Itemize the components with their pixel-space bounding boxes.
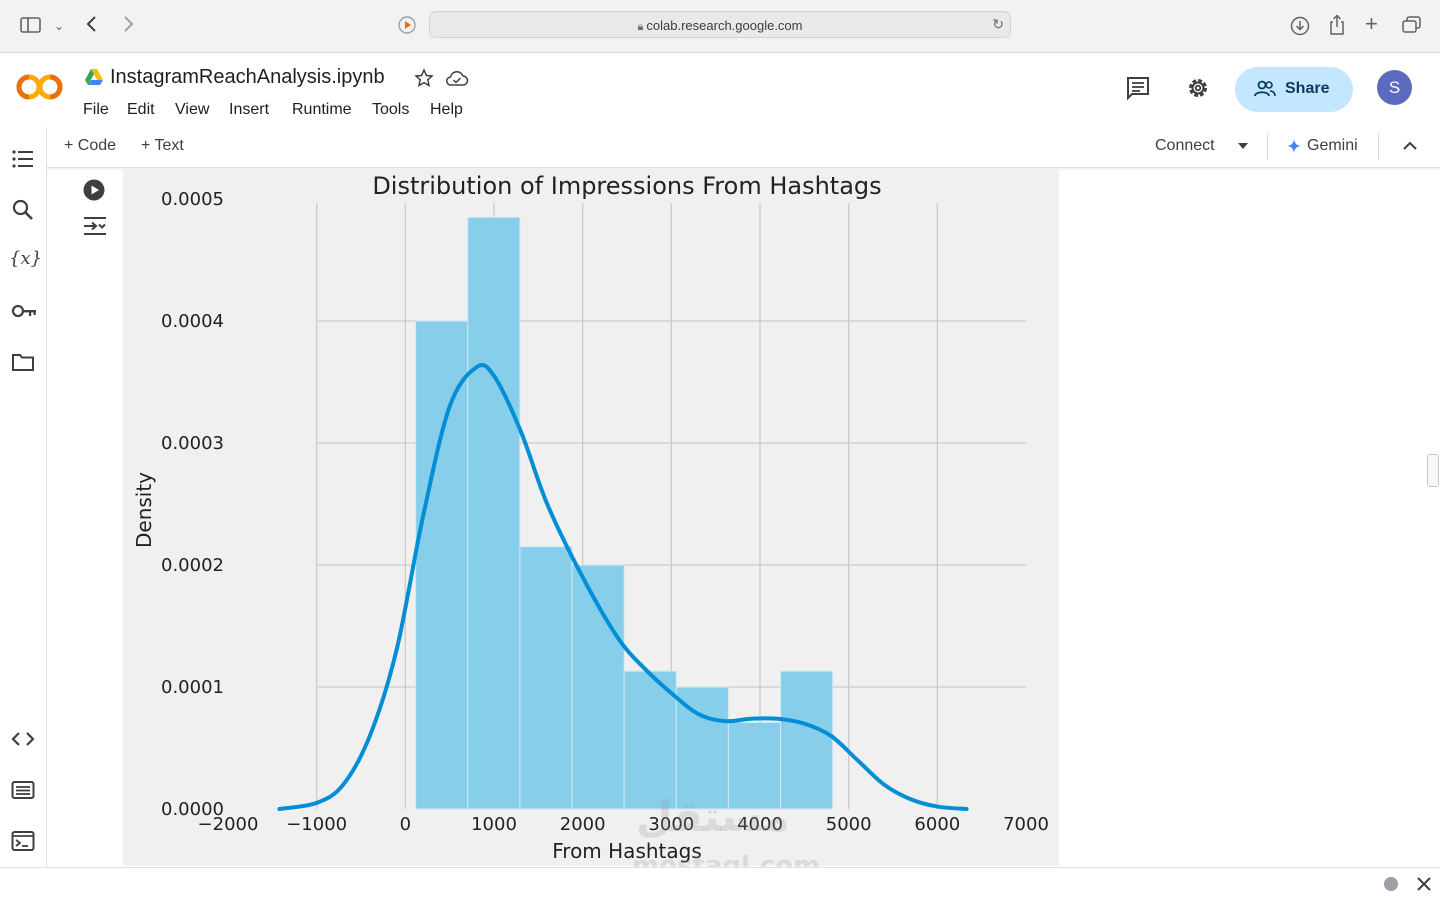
close-icon[interactable] bbox=[1416, 876, 1432, 897]
chart-title: Distribution of Impressions From Hashtag… bbox=[372, 172, 881, 200]
secrets-key-icon[interactable] bbox=[11, 299, 36, 323]
variables-icon[interactable]: {x} bbox=[9, 248, 42, 272]
search-icon[interactable] bbox=[11, 198, 35, 222]
table-of-contents-icon[interactable] bbox=[11, 147, 35, 171]
drive-icon bbox=[84, 68, 104, 91]
address-bar[interactable]: 🔒︎ colab.research.google.com ↻ bbox=[429, 11, 1011, 38]
watermark-arabic: مستقل bbox=[636, 792, 790, 841]
forward-icon[interactable] bbox=[121, 14, 135, 38]
menu-insert[interactable]: Insert bbox=[229, 101, 269, 119]
connect-button[interactable]: Connect bbox=[1155, 137, 1215, 155]
media-play-icon[interactable] bbox=[398, 16, 416, 38]
colab-header bbox=[0, 53, 1440, 128]
y-axis-label: Density bbox=[132, 472, 156, 548]
download-icon[interactable] bbox=[1290, 16, 1310, 40]
notebook-title[interactable]: InstagramReachAnalysis.ipynb bbox=[110, 66, 385, 89]
y-tick-label: 0.0002 bbox=[161, 555, 224, 576]
share-button[interactable]: Share bbox=[1235, 67, 1353, 112]
x-tick-label: 7000 bbox=[1003, 814, 1049, 835]
histogram-bar bbox=[780, 670, 834, 810]
density-histogram-chart: −2000 −1000 0 1000 2000 3000 4000 5000 6000 70000… bbox=[132, 172, 1049, 863]
share-page-icon[interactable] bbox=[1328, 14, 1346, 40]
new-tab-icon[interactable]: + bbox=[1365, 13, 1378, 35]
histogram-bar bbox=[415, 320, 469, 810]
settings-gear-icon[interactable] bbox=[1186, 76, 1210, 105]
collapse-chevron-up-icon[interactable] bbox=[1403, 139, 1417, 158]
menu-edit[interactable]: Edit bbox=[127, 101, 155, 119]
histogram-bar bbox=[519, 546, 573, 810]
terminal-icon[interactable] bbox=[11, 829, 35, 853]
scrollbar-thumb[interactable] bbox=[1427, 454, 1439, 487]
reload-icon[interactable]: ↻ bbox=[992, 16, 1004, 33]
add-code-button[interactable]: + Code bbox=[64, 137, 116, 155]
command-palette-icon[interactable] bbox=[11, 778, 35, 802]
y-tick-label: 0.0001 bbox=[161, 677, 224, 698]
sidebar-toggle-icon[interactable] bbox=[20, 16, 42, 38]
y-tick-label: 0.0004 bbox=[161, 311, 224, 332]
y-tick-label: 0.0000 bbox=[161, 799, 224, 820]
output-options-icon[interactable] bbox=[83, 215, 107, 242]
cloud-saved-icon bbox=[445, 69, 469, 92]
gemini-button[interactable]: Gemini bbox=[1307, 137, 1358, 155]
menu-view[interactable]: View bbox=[175, 101, 209, 119]
tabs-overview-icon[interactable] bbox=[1402, 16, 1422, 38]
toolbar-divider bbox=[1267, 133, 1268, 160]
histogram-bar bbox=[467, 216, 521, 810]
menu-runtime[interactable]: Runtime bbox=[292, 101, 352, 119]
run-cell-icon[interactable] bbox=[83, 179, 105, 206]
connect-dropdown-icon[interactable] bbox=[1236, 139, 1250, 158]
x-tick-label: −1000 bbox=[286, 814, 347, 835]
url-text: colab.research.google.com bbox=[646, 18, 803, 33]
comments-icon[interactable] bbox=[1126, 76, 1150, 105]
people-icon bbox=[1254, 80, 1276, 103]
x-tick-label: 6000 bbox=[914, 814, 960, 835]
menu-help[interactable]: Help bbox=[430, 101, 463, 119]
cell-toolbar: + Code + Text Connect Gemini bbox=[47, 127, 1440, 168]
cell-output-plot: −2000 −1000 0 1000 2000 3000 4000 5000 6000 7000 0… bbox=[123, 168, 1059, 866]
gemini-sparkle-icon bbox=[1287, 139, 1301, 158]
x-tick-label: 2000 bbox=[560, 814, 606, 835]
y-tick-label: 0.0005 bbox=[161, 189, 224, 210]
colab-logo[interactable] bbox=[16, 72, 64, 107]
menu-tools[interactable]: Tools bbox=[372, 101, 409, 119]
add-text-button[interactable]: + Text bbox=[141, 137, 184, 155]
menu-file[interactable]: File bbox=[83, 101, 109, 119]
browser-toolbar: ⌄ 🔒︎ colab.research.google.com ↻ + bbox=[0, 0, 1440, 53]
back-icon[interactable] bbox=[85, 14, 99, 38]
x-tick-label: 1000 bbox=[471, 814, 517, 835]
share-label: Share bbox=[1285, 80, 1330, 97]
status-bar bbox=[0, 867, 1440, 901]
avatar[interactable]: S bbox=[1377, 70, 1412, 105]
y-tick-label: 0.0003 bbox=[161, 433, 224, 454]
status-dot-icon bbox=[1384, 877, 1398, 891]
code-snippets-icon[interactable] bbox=[11, 727, 35, 751]
left-sidebar: {x} bbox=[0, 127, 47, 867]
x-tick-label: 5000 bbox=[826, 814, 872, 835]
toolbar-divider bbox=[1378, 133, 1379, 160]
star-icon[interactable] bbox=[414, 68, 434, 93]
chevron-down-icon[interactable]: ⌄ bbox=[54, 16, 64, 36]
x-tick-label: 0 bbox=[400, 814, 411, 835]
files-folder-icon[interactable] bbox=[11, 350, 35, 374]
